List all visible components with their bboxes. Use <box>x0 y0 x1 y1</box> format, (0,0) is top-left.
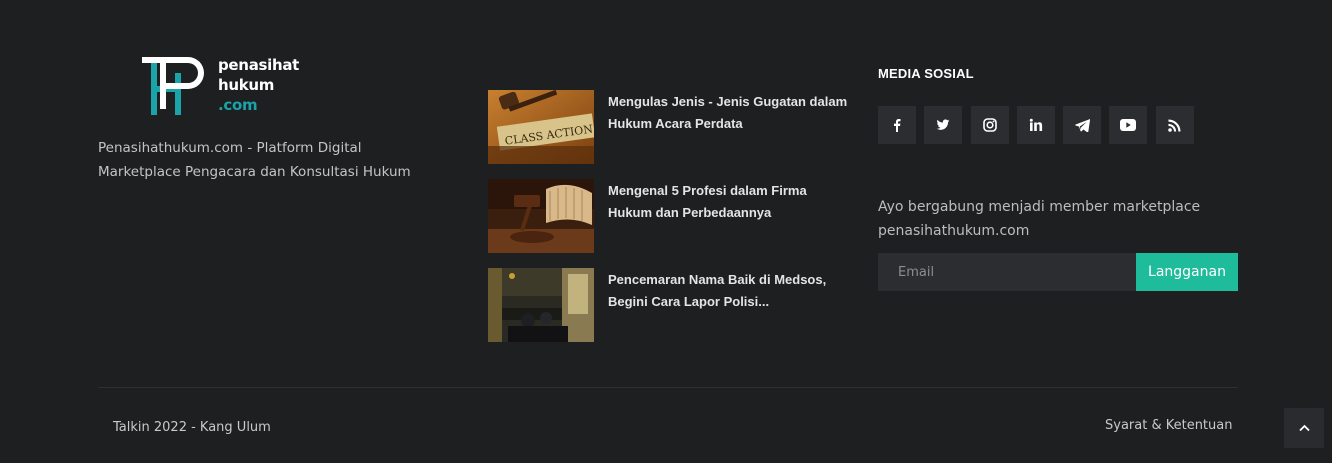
instagram-button[interactable] <box>970 106 1009 144</box>
rss-icon <box>1168 118 1181 132</box>
social-icons <box>878 106 1238 144</box>
email-field[interactable] <box>878 253 1136 291</box>
telegram-icon <box>1074 119 1090 132</box>
recent-posts: CLASS ACTION Mengulas Jenis - Jenis Guga… <box>488 90 858 357</box>
back-to-top-button[interactable] <box>1284 408 1324 448</box>
post-item[interactable]: Pencemaran Nama Baik di Medsos, Begini C… <box>488 268 858 342</box>
subscribe-form: Langganan <box>878 253 1238 291</box>
terms-link[interactable]: Syarat & Ketentuan <box>1105 418 1232 433</box>
telegram-button[interactable] <box>1063 106 1102 144</box>
youtube-icon <box>1120 119 1137 131</box>
social-heading: MEDIA SOSIAL <box>878 66 974 81</box>
logo-line-1: penasihat <box>218 56 300 74</box>
post-item[interactable]: Mengenal 5 Profesi dalam Firma Hukum dan… <box>488 179 858 253</box>
facebook-icon <box>894 119 901 132</box>
post-title[interactable]: Pencemaran Nama Baik di Medsos, Begini C… <box>608 269 848 342</box>
linkedin-icon <box>1029 118 1042 131</box>
logo-line-3: .com <box>218 96 258 114</box>
footer: penasihat hukum .com Penasihathukum.com … <box>0 0 1332 463</box>
post-title[interactable]: Mengulas Jenis - Jenis Gugatan dalam Huk… <box>608 91 848 164</box>
subscribe-button[interactable]: Langganan <box>1136 253 1238 291</box>
brand-section: penasihat hukum .com Penasihathukum.com … <box>98 55 428 184</box>
linkedin-button[interactable] <box>1016 106 1055 144</box>
rss-button[interactable] <box>1155 106 1194 144</box>
twitter-button[interactable] <box>924 106 963 144</box>
footer-divider <box>98 387 1238 388</box>
post-thumbnail[interactable] <box>488 179 594 253</box>
site-logo[interactable]: penasihat hukum .com <box>142 55 312 121</box>
facebook-button[interactable] <box>878 106 916 144</box>
post-thumbnail[interactable]: CLASS ACTION <box>488 90 594 164</box>
twitter-icon <box>936 119 950 130</box>
logo-line-2: hukum <box>218 76 275 94</box>
copyright-text: Talkin 2022 - Kang Ulum <box>113 420 271 435</box>
ph-logo-mark <box>142 57 204 115</box>
post-title[interactable]: Mengenal 5 Profesi dalam Firma Hukum dan… <box>608 180 848 253</box>
youtube-button[interactable] <box>1109 106 1148 144</box>
social-section: MEDIA SOSIAL Ayo bergabung menjadi membe… <box>878 66 1238 291</box>
logo-text: penasihat hukum .com <box>218 55 299 115</box>
newsletter-text: Ayo bergabung menjadi member marketplace… <box>878 199 1201 239</box>
post-thumbnail[interactable] <box>488 268 594 342</box>
post-item[interactable]: CLASS ACTION Mengulas Jenis - Jenis Guga… <box>488 90 858 164</box>
brand-description: Penasihathukum.com - Platform Digital Ma… <box>98 140 411 180</box>
instagram-icon <box>982 118 997 132</box>
chevron-up-icon <box>1298 424 1310 432</box>
